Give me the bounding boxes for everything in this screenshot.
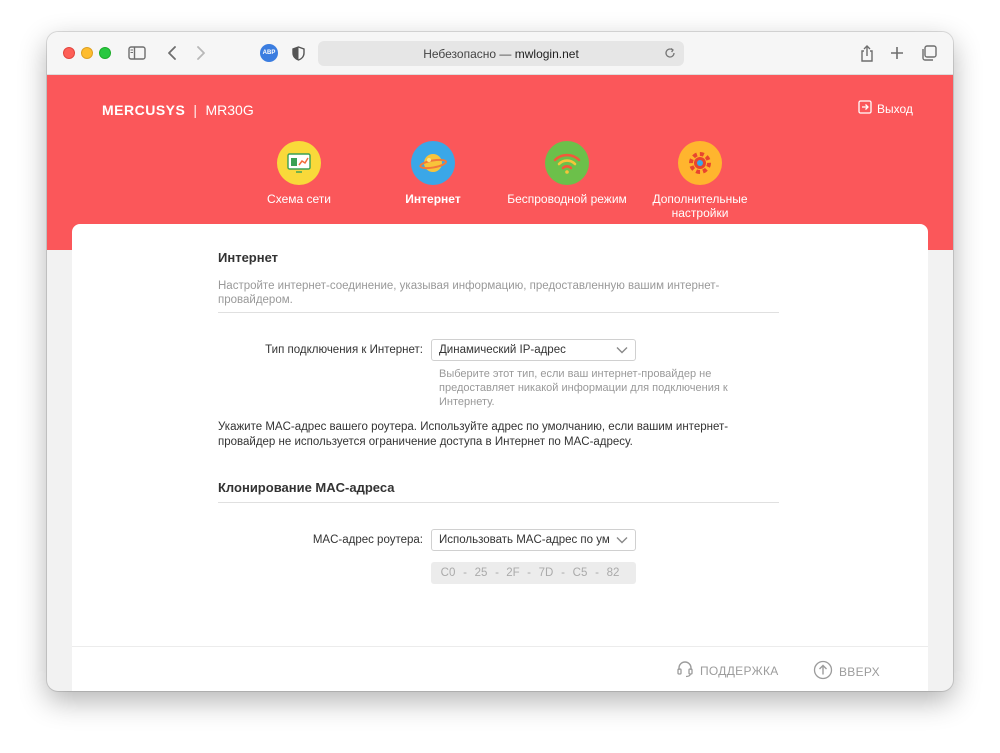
connection-type-value: Динамический IP-адрес	[439, 344, 566, 356]
section-description: Настройте интернет-соединение, указывая …	[218, 280, 720, 306]
headset-icon	[676, 660, 694, 681]
settings-panel: Интернет Настройте интернет-соединение, …	[72, 224, 928, 691]
gear-icon	[678, 141, 722, 185]
connection-type-hint: Выберите этот тип, если ваш интернет-про…	[439, 368, 728, 408]
brand-separator: |	[193, 102, 198, 118]
nav-internet[interactable]: Интернет	[368, 141, 498, 206]
mac-octet: 2F	[506, 567, 520, 579]
url-security-text: Небезопасно —	[423, 47, 512, 61]
mac-address-note: Укажите MAC-адрес вашего роутера. Исполь…	[218, 421, 729, 448]
mac-section-divider	[218, 502, 779, 503]
back-to-top-button[interactable]: ВВЕРХ	[813, 660, 880, 683]
adblock-icon[interactable]: ABP	[260, 44, 278, 62]
brand-name: MERCUSYS	[102, 102, 186, 118]
section-title-mac-clone: Клонирование MAC-адреса	[218, 480, 395, 495]
model-name: MR30G	[205, 102, 254, 118]
privacy-shield-icon[interactable]	[290, 43, 306, 63]
mac-octet: 7D	[538, 567, 554, 579]
chevron-down-icon	[616, 535, 628, 547]
mac-address-field: C0- 25- 2F - 7D - C5- 82	[431, 562, 636, 584]
back-to-top-label: ВВЕРХ	[839, 664, 880, 679]
section-divider	[218, 312, 779, 313]
nav-network-map-label: Схема сети	[267, 192, 331, 206]
tab-overview-icon[interactable]	[920, 43, 938, 63]
forward-icon[interactable]	[193, 43, 209, 63]
page-footer: ПОДДЕРЖКА ВВЕРХ	[72, 646, 928, 691]
minimize-window-button[interactable]	[81, 47, 93, 59]
globe-icon	[411, 141, 455, 185]
browser-toolbar: ABP Небезопасно — mwlogin.net	[47, 32, 953, 75]
nav-wireless[interactable]: Беспроводной режим	[502, 141, 632, 206]
support-button[interactable]: ПОДДЕРЖКА	[676, 660, 779, 681]
nav-wireless-label: Беспроводной режим	[507, 192, 627, 206]
connection-type-select[interactable]: Динамический IP-адрес	[431, 339, 636, 361]
mac-octet: C5	[572, 567, 588, 579]
section-title-internet: Интернет	[218, 250, 279, 265]
brand-logo: MERCUSYS | MR30G	[102, 102, 254, 118]
router-mac-select[interactable]: Использовать MAC-адрес по ум	[431, 529, 636, 551]
new-tab-icon[interactable]	[889, 43, 905, 63]
logout-button[interactable]: Выход	[858, 100, 913, 117]
arrow-up-circle-icon	[813, 660, 833, 683]
logout-label: Выход	[877, 101, 913, 116]
mac-octet: 82	[606, 567, 620, 579]
browser-window: ABP Небезопасно — mwlogin.net MERCUSYS |	[47, 32, 953, 691]
logout-icon	[858, 100, 872, 117]
mac-octet: C0	[440, 567, 456, 579]
nav-internet-label: Интернет	[405, 192, 461, 206]
address-bar[interactable]: Небезопасно — mwlogin.net	[318, 41, 684, 66]
connection-type-label: Тип подключения к Интернет:	[265, 344, 423, 356]
back-icon[interactable]	[164, 43, 180, 63]
mac-octet: 25	[474, 567, 488, 579]
network-map-icon	[277, 141, 321, 185]
nav-network-map[interactable]: Схема сети	[234, 141, 364, 206]
reload-icon[interactable]	[664, 46, 676, 64]
router-mac-label: MAC-адрес роутера:	[312, 534, 423, 546]
share-icon[interactable]	[859, 43, 875, 63]
zoom-window-button[interactable]	[99, 47, 111, 59]
url-host: mwlogin.net	[514, 47, 579, 61]
sidebar-toggle-icon[interactable]	[127, 43, 147, 63]
nav-advanced[interactable]: Дополнительные настройки	[635, 141, 765, 220]
chevron-down-icon	[616, 345, 628, 357]
wifi-icon	[545, 141, 589, 185]
nav-advanced-label: Дополнительные настройки	[652, 192, 748, 220]
router-mac-value: Использовать MAC-адрес по ум	[439, 534, 610, 546]
support-label: ПОДДЕРЖКА	[700, 663, 779, 678]
close-window-button[interactable]	[63, 47, 75, 59]
